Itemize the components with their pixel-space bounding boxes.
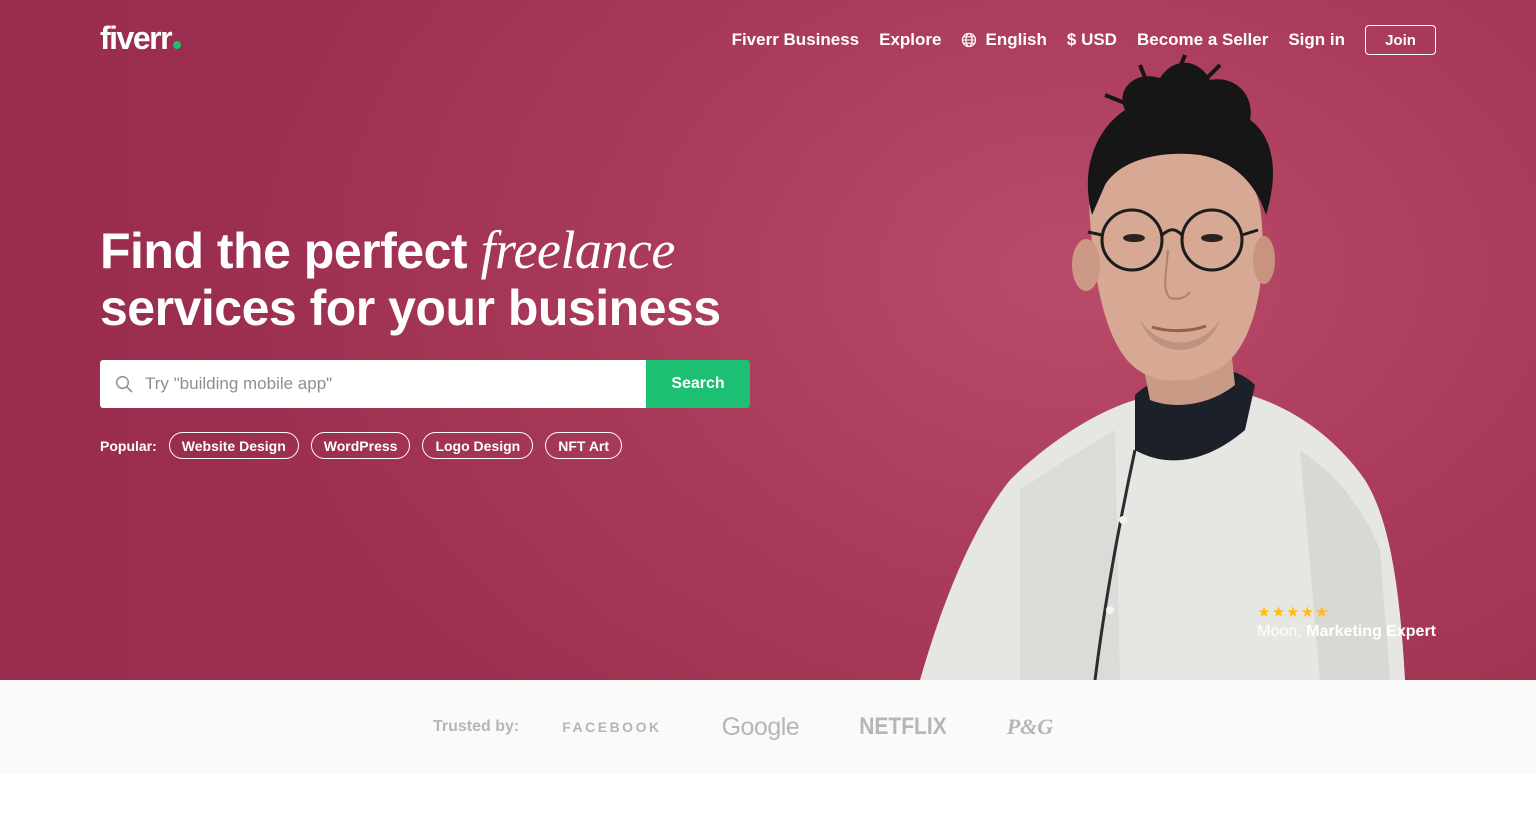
nav-become-seller[interactable]: Become a Seller — [1137, 30, 1268, 50]
star-rating-icon: ★★★★★ — [1257, 604, 1330, 621]
search-input[interactable] — [145, 360, 646, 408]
netflix-logo: NETFLIX — [859, 713, 947, 740]
hero-headline: Find the perfect freelance services for … — [100, 222, 721, 337]
search-bar: Search — [100, 360, 750, 408]
language-label: English — [985, 30, 1047, 49]
headline-part1: Find the perfect — [100, 223, 468, 279]
trusted-by-bar: Trusted by: FACEBOOK Google NETFLIX P&G — [0, 680, 1536, 774]
seller-caption: ★★★★★ Moon, Marketing Expert — [1257, 603, 1436, 641]
logo-dot-icon — [173, 41, 182, 49]
nav-language[interactable]: English — [961, 30, 1047, 50]
nav-sign-in[interactable]: Sign in — [1288, 30, 1345, 50]
popular-tag-wordpress[interactable]: WordPress — [310, 432, 411, 459]
popular-tag-nft-art[interactable]: NFT Art — [545, 432, 623, 459]
nav-links: Fiverr Business Explore English $ USD Be… — [712, 25, 1436, 55]
seller-role: Marketing Expert — [1306, 623, 1436, 640]
top-nav-bar: fiverr Fiverr Business Explore English $… — [100, 0, 1436, 80]
join-button[interactable]: Join — [1365, 25, 1436, 55]
globe-icon — [962, 32, 977, 48]
search-button[interactable]: Search — [646, 360, 750, 408]
popular-tag-website-design[interactable]: Website Design — [168, 432, 299, 459]
headline-part2: services for your business — [100, 280, 721, 336]
pg-logo: P&G — [1006, 714, 1054, 739]
fiverr-logo[interactable]: fiverr — [100, 20, 182, 57]
logo-text: fiverr — [100, 20, 173, 56]
google-logo: Google — [721, 712, 800, 741]
trusted-by-content: Trusted by: FACEBOOK Google NETFLIX P&G — [433, 680, 1053, 774]
seller-caption-text: Moon, Marketing Expert — [1257, 623, 1436, 641]
popular-tag-logo-design[interactable]: Logo Design — [422, 432, 534, 459]
hero-section: fiverr Fiverr Business Explore English $… — [0, 0, 1536, 680]
trusted-label: Trusted by: — [433, 718, 520, 735]
nav-fiverr-business[interactable]: Fiverr Business — [732, 30, 860, 50]
popular-tags: Popular: Website Design WordPress Logo D… — [100, 432, 634, 459]
popular-label: Popular: — [100, 437, 157, 454]
nav-currency[interactable]: $ USD — [1067, 30, 1117, 50]
headline-italic: freelance — [480, 220, 675, 280]
facebook-logo: FACEBOOK — [562, 719, 662, 735]
search-icon — [115, 375, 133, 393]
hero-person-image — [920, 54, 1405, 680]
search-box — [100, 360, 646, 408]
nav-explore[interactable]: Explore — [879, 30, 941, 50]
seller-name: Moon, — [1257, 623, 1302, 640]
